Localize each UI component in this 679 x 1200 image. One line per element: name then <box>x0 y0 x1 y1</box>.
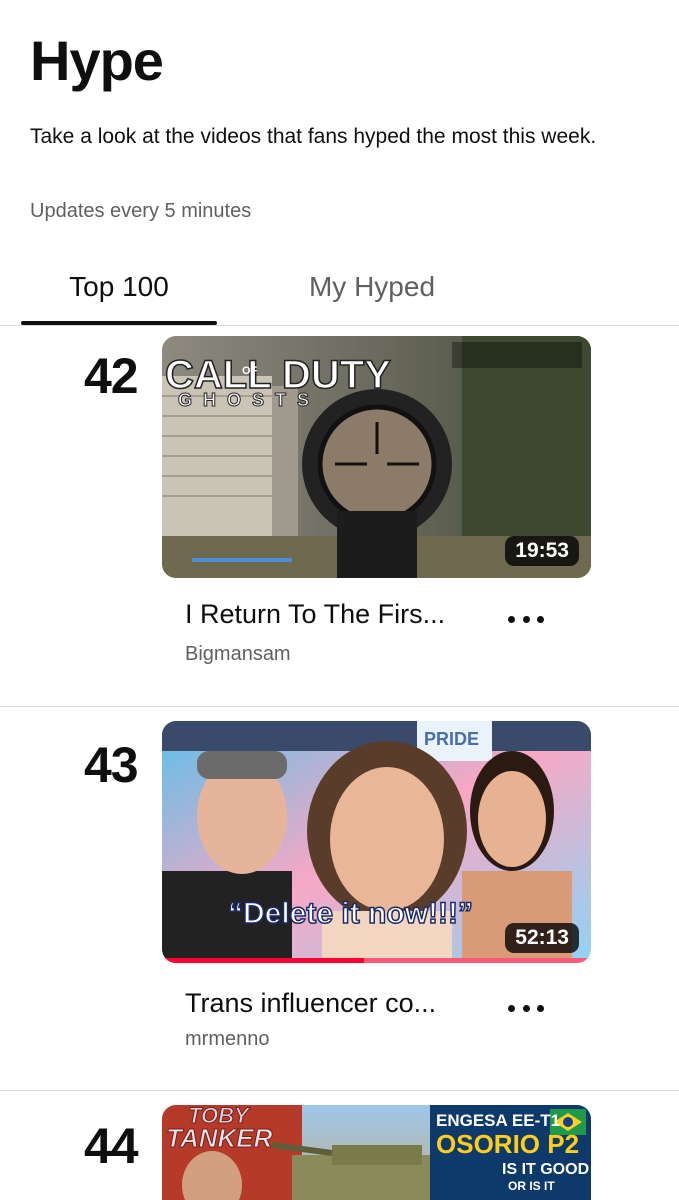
video-title[interactable]: Trans influencer co... <box>185 988 436 1019</box>
video-title[interactable]: I Return To The Firs... <box>185 599 445 630</box>
svg-text:OF: OF <box>242 365 258 377</box>
thumbnail-tag-line-4: OR IS IT <box>508 1179 555 1193</box>
thumbnail-caption: “Delete it now!!!” <box>227 896 474 931</box>
thumbnail-tag-line-2: OSORIO P2 <box>436 1129 580 1159</box>
channel-name[interactable]: mrmenno <box>185 1028 269 1051</box>
video-duration: 19:53 <box>505 536 579 566</box>
rank-number: 44 <box>84 1118 139 1174</box>
hype-list-item[interactable]: 43 PRIDE “Delete it now!!!” 52:13 Trans … <box>0 708 679 1091</box>
watch-progress-bar <box>162 958 364 963</box>
page-description: Take a look at the videos that fans hype… <box>30 125 597 148</box>
rank-number: 42 <box>84 348 139 404</box>
video-thumbnail[interactable]: TOBY TANKER ENGESA EE-T1 OSORIO P2 IS IT… <box>162 1105 591 1200</box>
channel-name[interactable]: Bigmansam <box>185 643 291 666</box>
svg-text:GHOSTS: GHOSTS <box>178 390 320 410</box>
active-tab-indicator <box>21 321 217 325</box>
tab-top-100[interactable]: Top 100 <box>21 248 217 326</box>
hype-list-item[interactable]: 42 CALL DUTY OF GHOSTS 19:53 I Return To… <box>0 327 679 707</box>
video-duration: 52:13 <box>505 923 579 953</box>
tab-my-hyped[interactable]: My Hyped <box>274 248 470 326</box>
thumbnail-sign-text: PRIDE <box>424 729 479 749</box>
tab-bar: Top 100 My Hyped <box>0 248 679 326</box>
video-thumbnail[interactable]: PRIDE “Delete it now!!!” 52:13 <box>162 721 591 963</box>
page-title: Hype <box>30 29 164 92</box>
hype-list-item[interactable]: 44 TOBY TANKER ENGESA EE-T1 OSORIO P2 IS… <box>0 1092 679 1200</box>
more-horizontal-icon[interactable] <box>508 996 544 1020</box>
rank-number: 43 <box>84 737 139 793</box>
update-frequency-note: Updates every 5 minutes <box>30 200 252 222</box>
more-horizontal-icon[interactable] <box>508 607 544 631</box>
hype-page: Hype Take a look at the videos that fans… <box>0 0 679 1200</box>
thumbnail-logo-bottom: TANKER <box>165 1123 273 1154</box>
thumbnail-tag-line-1: ENGESA EE-T1 <box>436 1111 561 1130</box>
video-thumbnail[interactable]: CALL DUTY OF GHOSTS 19:53 <box>162 336 591 578</box>
thumbnail-tag-line-3: IS IT GOOD <box>502 1161 590 1178</box>
